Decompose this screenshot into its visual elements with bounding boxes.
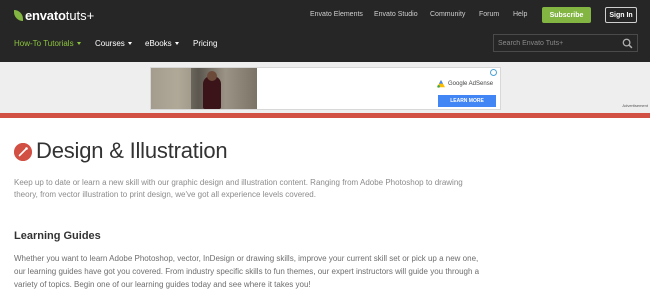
logo-text-tuts: tuts+ [65,7,95,23]
toplink-community[interactable]: Community [430,11,465,18]
pen-tool-icon [14,143,32,161]
envato-tuts-logo[interactable]: envato tuts+ [14,7,94,23]
learning-guides-heading: Learning Guides [14,230,101,242]
envato-leaf-icon [14,9,23,21]
toplink-help[interactable]: Help [513,11,527,18]
nav-item-label: How-To Tutorials [14,39,74,48]
search-input[interactable] [498,38,618,49]
adsense-brand: Google AdSense [437,80,493,88]
category-color-bar [0,113,650,118]
adsense-logo-icon [437,80,445,88]
chevron-down-icon [174,42,179,46]
page-title: Design & Illustration [36,138,228,163]
logo-text-envato: envato [25,7,66,23]
chevron-down-icon [76,42,81,46]
learning-guides-description: Whether you want to learn Adobe Photosho… [14,254,480,289]
search-icon[interactable] [622,38,633,49]
chevron-down-icon [127,42,132,46]
search-box [493,34,638,52]
sign-in-button[interactable]: Sign In [605,7,637,23]
nav-item-label: Courses [95,39,125,48]
site-header: envato tuts+ Envato Elements Envato Stud… [0,0,650,62]
nav-courses[interactable]: Courses [95,39,132,48]
ad-banner-area: Google AdSense LEARN MORE [0,62,650,113]
category-intro: Keep up to date or learn a new skill wit… [14,178,463,199]
nav-pricing[interactable]: Pricing [193,39,217,48]
subscribe-button[interactable]: Subscribe [542,7,591,23]
adsense-label: Google AdSense [448,81,494,87]
ad-image[interactable] [151,68,257,109]
learn-more-button[interactable]: LEARN MORE [438,95,496,107]
nav-ebooks[interactable]: eBooks [145,39,179,48]
nav-item-label: Pricing [193,39,218,48]
toplink-envato-studio[interactable]: Envato Studio [374,11,418,18]
nav-item-label: eBooks [145,39,172,48]
ad-info-icon[interactable] [490,69,497,76]
toplink-forum[interactable]: Forum [479,11,499,18]
ad-banner[interactable]: Google AdSense LEARN MORE [150,67,501,110]
toplink-envato-elements[interactable]: Envato Elements [310,11,363,18]
advertisement-label: Advertisement [622,103,648,108]
nav-how-to-tutorials[interactable]: How-To Tutorials [14,39,81,48]
